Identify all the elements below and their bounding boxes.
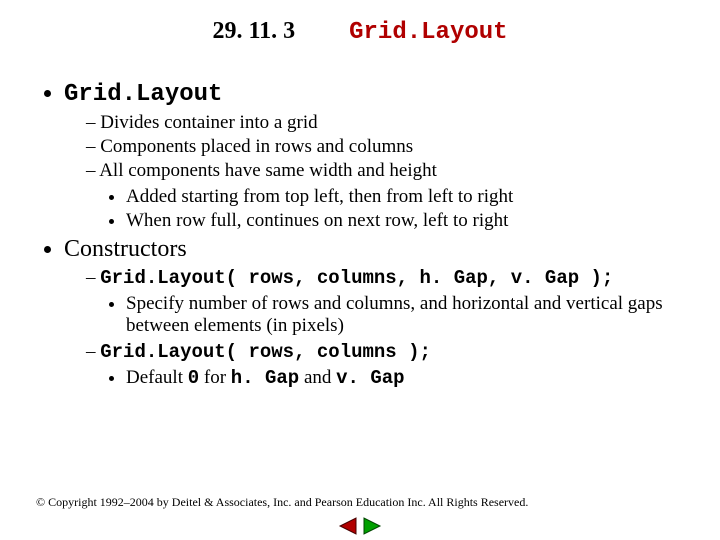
prev-icon[interactable] — [338, 514, 363, 535]
constructors-head: Constructors — [64, 236, 187, 262]
nav-controls — [0, 514, 720, 536]
ctor-1-desc: Specify number of rows and columns, and … — [126, 293, 684, 337]
section-number: 29. 11. 3 — [212, 18, 295, 45]
slide-title: 29. 11. 3 Grid.Layout — [36, 18, 684, 46]
next-icon[interactable] — [362, 514, 382, 535]
ctor-2: Grid.Layout( rows, columns ); Default 0 … — [86, 341, 684, 389]
slide-body: 29. 11. 3 Grid.Layout Grid.Layout Divide… — [0, 0, 720, 389]
ctor-2-desc: Default 0 for h. Gap and v. Gap — [126, 367, 684, 389]
subsub-item: When row full, continues on next row, le… — [126, 210, 684, 232]
sub-item: Divides container into a grid — [86, 112, 684, 134]
ctor-1: Grid.Layout( rows, columns, h. Gap, v. G… — [86, 267, 684, 337]
bullet-constructors: Constructors Grid.Layout( rows, columns,… — [64, 236, 684, 389]
bullet-gridlayout: Grid.Layout Divides container into a gri… — [64, 80, 684, 232]
bullet-list: Grid.Layout Divides container into a gri… — [36, 80, 684, 389]
copyright-text: © Copyright 1992–2004 by Deitel & Associ… — [36, 495, 528, 510]
title-name: Grid.Layout — [349, 19, 507, 46]
gridlayout-head: Grid.Layout — [64, 81, 222, 108]
sub-item: All components have same width and heigh… — [86, 160, 684, 232]
sub-item: Components placed in rows and columns — [86, 136, 684, 158]
subsub-item: Added starting from top left, then from … — [126, 186, 684, 208]
